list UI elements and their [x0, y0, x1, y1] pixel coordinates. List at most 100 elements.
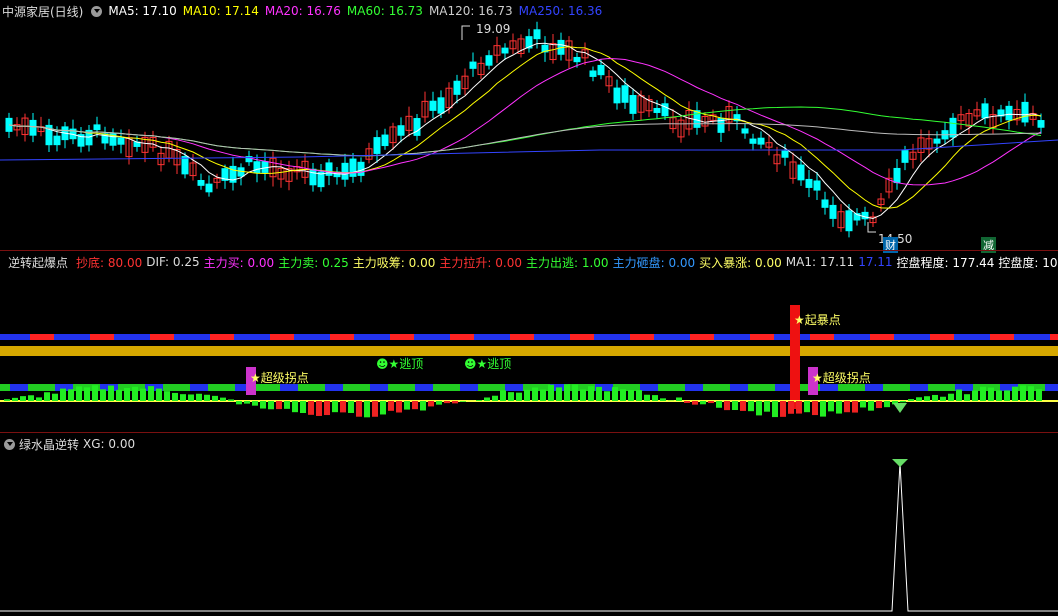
- histogram-bar: [236, 401, 242, 405]
- histogram-bar: [292, 401, 298, 413]
- level-band-segment: [1045, 384, 1058, 391]
- main-price-panel[interactable]: 中源家居(日线) MA5: 17.10 MA10: 17.14 MA20: 16…: [0, 0, 1058, 253]
- histogram-bar: [796, 401, 802, 414]
- high-marker-line: [461, 25, 470, 40]
- candle-body: [197, 179, 205, 186]
- candle-body: [845, 210, 853, 232]
- histogram-bar: [284, 401, 290, 409]
- histogram-bar: [124, 387, 130, 401]
- histogram-bar: [308, 401, 314, 415]
- candle-body: [797, 164, 805, 181]
- histogram-bar: [92, 385, 98, 401]
- level-band-segment: [505, 384, 523, 391]
- histogram-bar: [956, 389, 962, 401]
- candle-body: [469, 61, 477, 69]
- histogram-bar: [772, 401, 778, 418]
- candle-body: [533, 29, 541, 40]
- candle-body: [453, 80, 461, 95]
- histogram-bar: [556, 387, 562, 401]
- candle-body: [749, 138, 757, 144]
- candle-body: [1005, 105, 1013, 121]
- candle-body: [381, 134, 389, 147]
- annotation-qibao: ★起暴点: [794, 313, 841, 327]
- level-band-segment: [685, 384, 703, 391]
- candle-body: [613, 87, 621, 104]
- candle-body: [1037, 120, 1045, 128]
- histogram-bar: [324, 401, 330, 416]
- level-band-segment: [325, 384, 343, 391]
- price-chart-canvas[interactable]: [0, 0, 1058, 250]
- histogram-bar: [380, 401, 386, 415]
- histogram-bar: [164, 391, 170, 401]
- level-band-segment: [370, 384, 388, 391]
- candle-body: [397, 125, 405, 136]
- histogram-bar: [812, 401, 818, 416]
- ma-line: [8, 106, 1042, 157]
- signal-band-segment: [330, 334, 354, 340]
- candle-body: [893, 167, 901, 184]
- candle-body: [629, 95, 637, 114]
- histogram-bar: [940, 396, 946, 401]
- indicator-panel-reversal[interactable]: 逆转起爆点 抄底: 80.00 DIF: 0.25 主力买: 0.00 主力卖:…: [0, 251, 1058, 432]
- histogram-bar: [276, 401, 282, 410]
- signal-band-segment: [570, 334, 594, 340]
- reversal-chart-canvas[interactable]: [0, 251, 1058, 432]
- histogram-bar: [996, 390, 1002, 401]
- histogram-bar: [68, 389, 74, 401]
- histogram-bar: [412, 401, 418, 410]
- green-crystal-chart-canvas[interactable]: [0, 433, 1058, 616]
- histogram-bar: [588, 386, 594, 401]
- histogram-bar: [644, 394, 650, 401]
- indicator-panel-green-crystal[interactable]: 绿水晶逆转 XG: 0.00: [0, 433, 1058, 616]
- histogram-bar: [260, 401, 266, 409]
- ma-line: [8, 57, 1042, 186]
- histogram-bar: [356, 401, 362, 417]
- histogram-bar: [748, 401, 754, 412]
- signal-band-segment: [390, 334, 414, 340]
- candle-body: [757, 137, 765, 145]
- candle-body: [485, 55, 493, 66]
- histogram-bar: [660, 398, 666, 401]
- histogram-bar: [44, 392, 50, 401]
- histogram-bar: [860, 401, 866, 408]
- histogram-bar: [388, 401, 394, 411]
- histogram-bar: [876, 401, 882, 409]
- histogram-bar: [628, 390, 634, 401]
- histogram-bar: [636, 390, 642, 401]
- histogram-bar: [156, 388, 162, 401]
- histogram-bar: [364, 401, 370, 418]
- histogram-bar: [332, 401, 338, 413]
- crystal-marker: [893, 403, 907, 413]
- signal-band-segment: [210, 334, 234, 340]
- signal-band-segment: [450, 334, 474, 340]
- histogram-bar: [804, 401, 810, 413]
- annotation-taoding: ☻★逃顶: [464, 357, 512, 371]
- level-band-segment: [460, 384, 478, 391]
- histogram-bar: [724, 401, 730, 411]
- signal-band-segment: [690, 334, 714, 340]
- candle-body: [341, 162, 349, 180]
- histogram-bar: [76, 386, 82, 401]
- histogram-bar: [316, 401, 322, 416]
- candle-body: [981, 103, 989, 119]
- candle-body: [653, 107, 661, 113]
- histogram-bar: [836, 401, 842, 414]
- histogram-bar: [116, 389, 122, 401]
- histogram-bar: [604, 391, 610, 401]
- histogram-bar: [844, 401, 850, 413]
- histogram-bar: [740, 401, 746, 411]
- histogram-bar: [1012, 386, 1018, 401]
- histogram-bar: [212, 395, 218, 401]
- histogram-bar: [508, 392, 514, 401]
- histogram-bar: [196, 393, 202, 401]
- candle-body: [621, 85, 629, 103]
- signal-band-segment: [1050, 334, 1058, 340]
- annotation-chaoji: ★超级拐点: [812, 371, 871, 385]
- level-band-segment: [415, 384, 433, 391]
- signal-band-segment: [150, 334, 174, 340]
- signal-band-segment: [870, 334, 894, 340]
- histogram-bar: [596, 386, 602, 401]
- level-band-segment: [10, 384, 28, 391]
- histogram-bar: [620, 389, 626, 401]
- histogram-bar: [884, 401, 890, 408]
